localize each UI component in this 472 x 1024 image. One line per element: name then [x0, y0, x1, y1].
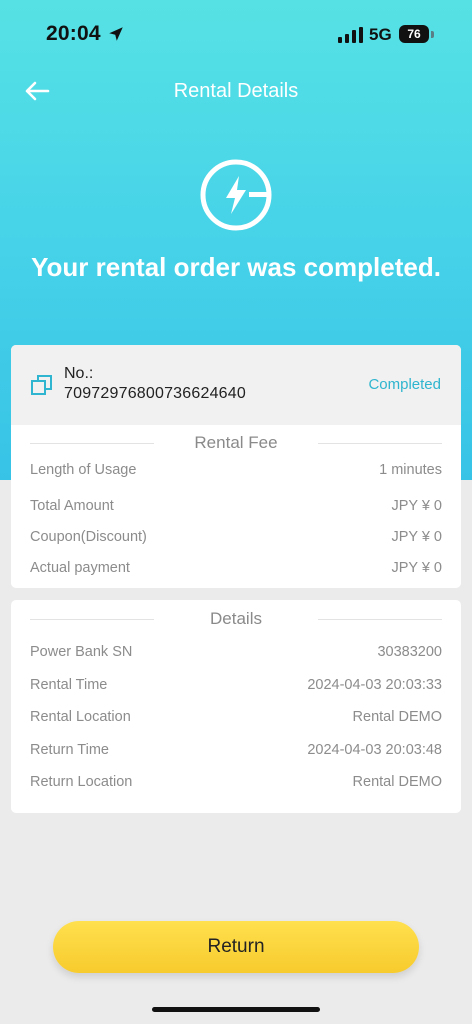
fee-label: Actual payment: [30, 560, 130, 576]
detail-label: Rental Location: [30, 709, 131, 725]
page-title: Rental Details: [173, 80, 299, 102]
detail-row-rental-time: Rental Time 2024-04-03 20:03:33: [30, 675, 442, 697]
divider-line: [318, 443, 442, 444]
fee-label: Length of Usage: [30, 462, 137, 478]
fee-row-length: Length of Usage 1 minutes: [30, 460, 442, 482]
detail-value: 2024-04-03 20:03:33: [307, 677, 442, 693]
detail-value: 2024-04-03 20:03:48: [307, 742, 442, 758]
order-card: No.: 7097297680073662464​0 Completed Ren…: [11, 345, 461, 588]
completion-message: Your rental order was completed.: [31, 252, 441, 282]
return-button[interactable]: Return: [53, 921, 419, 973]
fee-row-actual: Actual payment JPY ¥ 0: [30, 558, 442, 580]
fee-value: 1 minutes: [379, 462, 442, 478]
home-indicator: [152, 1007, 320, 1012]
detail-label: Rental Time: [30, 677, 108, 693]
detail-label: Return Location: [30, 774, 133, 790]
details-header: Details: [30, 607, 442, 631]
detail-value: 30383200: [377, 644, 442, 660]
battery-cap: [431, 31, 434, 38]
divider-line: [318, 619, 442, 620]
detail-label: Return Time: [30, 742, 109, 758]
fee-row-total: Total Amount JPY ¥ 0: [30, 496, 442, 518]
detail-label: Power Bank SN: [30, 644, 133, 660]
detail-row-rental-location: Rental Location Rental DEMO: [30, 707, 442, 729]
fee-value: JPY ¥ 0: [391, 498, 442, 514]
detail-value: Rental DEMO: [352, 774, 442, 790]
fee-label: Total Amount: [30, 498, 114, 514]
fee-value: JPY ¥ 0: [391, 529, 442, 545]
lightning-bolt-icon: [200, 159, 272, 231]
copy-icon[interactable]: [30, 373, 54, 397]
fee-label: Coupon(Discount): [30, 529, 147, 545]
detail-row-sn: Power Bank SN 30383200: [30, 642, 442, 664]
order-number-label: No.:: [64, 365, 94, 382]
order-status: Completed: [368, 376, 441, 393]
rental-fee-header: Rental Fee: [30, 431, 442, 455]
battery-level: 76: [399, 25, 429, 43]
detail-row-return-location: Return Location Rental DEMO: [30, 772, 442, 794]
detail-value: Rental DEMO: [352, 709, 442, 725]
order-header: No.: 7097297680073662464​0 Completed: [11, 345, 461, 425]
fee-value: JPY ¥ 0: [391, 560, 442, 576]
fee-row-coupon: Coupon(Discount) JPY ¥ 0: [30, 527, 442, 549]
status-bar: 20:04 5G 76: [0, 0, 472, 70]
signal-bars-icon: [338, 27, 363, 43]
details-card: Details Power Bank SN 30383200 Rental Ti…: [11, 600, 461, 813]
detail-row-return-time: Return Time 2024-04-03 20:03:48: [30, 740, 442, 762]
network-label: 5G: [369, 25, 392, 44]
location-arrow-icon: [109, 27, 123, 41]
order-number-value: 7097297680073662464​0: [64, 385, 246, 402]
status-time: 20:04: [46, 22, 101, 45]
